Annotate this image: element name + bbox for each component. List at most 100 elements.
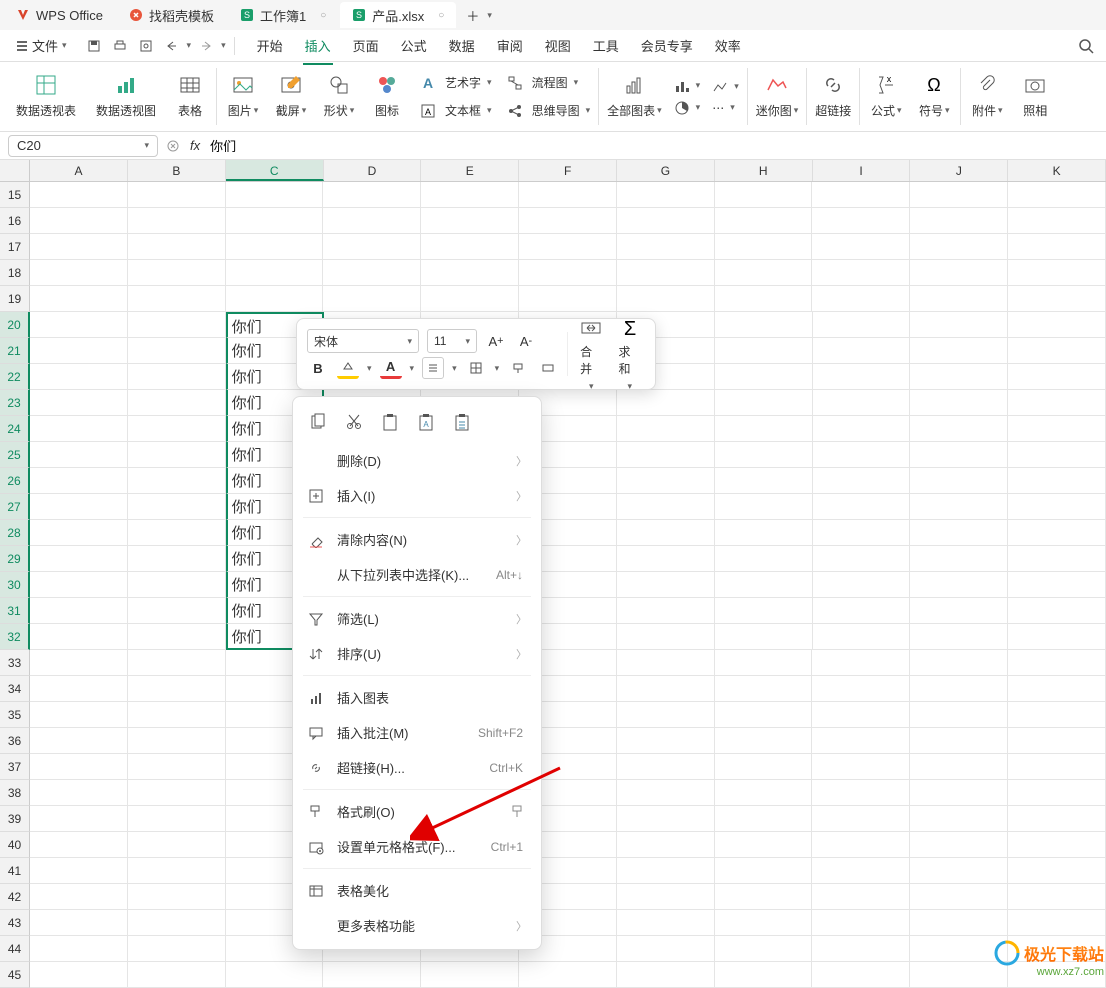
ribbon-attachment[interactable]: 附件▾ xyxy=(963,62,1011,131)
cell[interactable] xyxy=(910,624,1008,650)
ribbon-symbol[interactable]: Ω 符号▾ xyxy=(910,62,958,131)
cell[interactable] xyxy=(715,208,813,234)
cell[interactable] xyxy=(128,806,226,832)
cell[interactable] xyxy=(1008,910,1106,936)
cell[interactable] xyxy=(30,598,128,624)
cell[interactable] xyxy=(715,780,813,806)
cell[interactable] xyxy=(715,702,813,728)
cell[interactable] xyxy=(910,910,1008,936)
cell[interactable] xyxy=(812,780,910,806)
cell[interactable] xyxy=(617,806,715,832)
cell[interactable] xyxy=(30,962,128,988)
cell[interactable] xyxy=(715,260,813,286)
cell[interactable] xyxy=(1008,676,1106,702)
align-button[interactable] xyxy=(422,357,444,379)
row-header[interactable]: 24 xyxy=(0,416,30,442)
col-header[interactable]: E xyxy=(421,160,519,181)
cell[interactable] xyxy=(30,624,128,650)
cell[interactable] xyxy=(715,520,813,546)
fx-label[interactable]: fx xyxy=(190,138,200,153)
ribbon-sparklines[interactable]: 迷你图▾ xyxy=(750,62,805,131)
cell[interactable] xyxy=(128,390,226,416)
cell[interactable] xyxy=(910,572,1008,598)
cell[interactable] xyxy=(1008,572,1106,598)
cell[interactable] xyxy=(617,286,715,312)
cell[interactable] xyxy=(30,910,128,936)
col-header[interactable]: B xyxy=(128,160,226,181)
cell[interactable] xyxy=(812,806,910,832)
cell[interactable] xyxy=(812,182,910,208)
cell[interactable] xyxy=(1008,416,1106,442)
cell[interactable] xyxy=(128,780,226,806)
ctx-more[interactable]: 更多表格功能〉 xyxy=(293,908,541,943)
cell[interactable] xyxy=(715,754,813,780)
tab-view[interactable]: 视图 xyxy=(543,32,573,59)
cell[interactable] xyxy=(1008,728,1106,754)
cell[interactable] xyxy=(128,234,226,260)
cell[interactable] xyxy=(323,182,421,208)
cell[interactable] xyxy=(128,182,226,208)
ribbon-formula[interactable]: x 公式▾ xyxy=(862,62,910,131)
format-painter-icon[interactable] xyxy=(507,357,529,379)
formula-input[interactable] xyxy=(210,138,1098,153)
ribbon-camera[interactable]: 照相 xyxy=(1011,62,1059,131)
cell[interactable] xyxy=(30,702,128,728)
cell[interactable] xyxy=(1008,338,1106,364)
cell[interactable] xyxy=(812,234,910,260)
cell[interactable] xyxy=(30,520,128,546)
cell[interactable] xyxy=(30,572,128,598)
cell[interactable] xyxy=(1008,624,1106,650)
cell[interactable] xyxy=(812,260,910,286)
cell[interactable] xyxy=(617,572,715,598)
cell[interactable] xyxy=(226,286,324,312)
cell[interactable] xyxy=(813,520,911,546)
cell[interactable] xyxy=(617,442,715,468)
ribbon-table[interactable]: 表格 xyxy=(166,62,214,131)
cell[interactable] xyxy=(617,962,715,988)
cell[interactable] xyxy=(617,910,715,936)
cell[interactable] xyxy=(910,858,1008,884)
cell[interactable] xyxy=(30,754,128,780)
row-header[interactable]: 15 xyxy=(0,182,30,208)
cell[interactable] xyxy=(715,910,813,936)
cell[interactable] xyxy=(128,364,226,390)
ribbon-shapes[interactable]: 形状▾ xyxy=(315,62,363,131)
cell[interactable] xyxy=(715,234,813,260)
ribbon-pivot-chart[interactable]: 数据透视图 xyxy=(86,62,166,131)
cell[interactable] xyxy=(128,650,226,676)
cell[interactable] xyxy=(617,728,715,754)
chevron-down-icon[interactable]: ▾ xyxy=(221,40,226,51)
row-header[interactable]: 35 xyxy=(0,702,30,728)
cell[interactable] xyxy=(1008,780,1106,806)
print-preview-icon[interactable] xyxy=(135,35,157,57)
ribbon-textbox[interactable]: A文本框▾ xyxy=(415,98,494,124)
cell[interactable] xyxy=(128,260,226,286)
cell[interactable] xyxy=(30,182,128,208)
cell[interactable] xyxy=(715,806,813,832)
cell[interactable] xyxy=(1008,260,1106,286)
cell[interactable] xyxy=(128,936,226,962)
search-icon[interactable] xyxy=(1074,34,1098,58)
row-header[interactable]: 28 xyxy=(0,520,30,546)
cell[interactable] xyxy=(128,338,226,364)
col-header[interactable]: F xyxy=(519,160,617,181)
tab-vip[interactable]: 会员专享 xyxy=(639,32,695,59)
cell[interactable] xyxy=(813,390,911,416)
cell[interactable] xyxy=(812,832,910,858)
cell[interactable] xyxy=(715,468,813,494)
row-header[interactable]: 31 xyxy=(0,598,30,624)
bar-chart-icon[interactable]: ▾ xyxy=(672,76,703,96)
font-size-select[interactable]: 11▾ xyxy=(427,329,477,353)
cell[interactable] xyxy=(519,260,617,286)
cell[interactable] xyxy=(813,468,911,494)
cell[interactable] xyxy=(128,520,226,546)
merge-icon[interactable] xyxy=(537,357,559,379)
cell[interactable] xyxy=(30,416,128,442)
cell[interactable] xyxy=(617,650,715,676)
cell[interactable] xyxy=(617,208,715,234)
row-header[interactable]: 36 xyxy=(0,728,30,754)
cell[interactable] xyxy=(323,260,421,286)
row-header[interactable]: 33 xyxy=(0,650,30,676)
more-chart-icon[interactable]: ⋯▾ xyxy=(710,99,741,117)
cell[interactable] xyxy=(910,598,1008,624)
